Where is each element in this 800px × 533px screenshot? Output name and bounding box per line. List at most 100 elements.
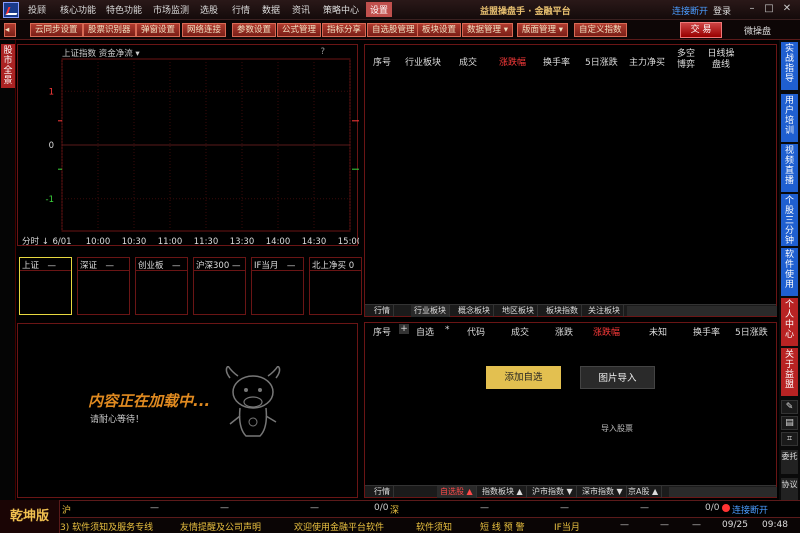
toolbar-button[interactable]: 板块设置 xyxy=(417,23,462,37)
x-tick-label: 10:00 xyxy=(86,237,111,247)
add-watchlist-button[interactable]: 添加自选 xyxy=(486,366,561,389)
tab-concept[interactable]: 概念板块 xyxy=(455,305,494,317)
right-tab[interactable]: 个人中心 xyxy=(781,298,798,346)
right-tab[interactable]: 关于益盟 xyxy=(781,348,798,396)
column-header[interactable]: 换手率 xyxy=(543,55,570,68)
loading-subtitle: 请耐心等待！ xyxy=(90,415,145,425)
pen-icon[interactable]: ✎ xyxy=(781,400,798,414)
column-header[interactable]: 代码 xyxy=(467,325,485,338)
crop-icon[interactable]: ⌗ xyxy=(781,432,798,446)
ticker-item[interactable]: 3) 软件须知及服务专线 xyxy=(60,520,153,533)
right-tab[interactable]: 个股三分钟 xyxy=(781,194,798,246)
minimize-icon[interactable]: – xyxy=(746,3,758,15)
connection-status-bottom[interactable]: 连接断开 xyxy=(732,503,768,516)
column-header[interactable]: 日线操盘线 xyxy=(707,49,735,71)
tab-region[interactable]: 地区板块 xyxy=(499,305,538,317)
menu-item[interactable]: 市场监测 xyxy=(153,3,189,16)
sector-tab-bar: 行情 行业板块 概念板块 地区板块 板块指数 关注板块 xyxy=(365,304,777,317)
toolbar-button[interactable]: 自定义指数 xyxy=(574,23,627,37)
index-tile[interactable]: 创业板 — xyxy=(135,257,188,315)
star-icon[interactable]: * xyxy=(445,325,450,335)
x-tick-label: 11:00 xyxy=(158,237,183,247)
tab-sector-index[interactable]: 板块指数 xyxy=(543,305,582,317)
menu-item[interactable]: 选股 xyxy=(200,3,218,16)
column-header[interactable]: 序号 xyxy=(373,55,391,68)
tab-sh-index[interactable]: 沪市指数 ▼ xyxy=(529,486,577,498)
right-tab[interactable]: 协议 xyxy=(781,478,798,500)
column-header[interactable]: 多空博弈 xyxy=(676,49,696,71)
column-header[interactable]: 序号 xyxy=(373,325,391,338)
menu-item[interactable]: 数据 xyxy=(262,3,280,16)
column-header[interactable]: 成交 xyxy=(511,325,529,338)
toolbar-button[interactable]: 网络连接 xyxy=(182,23,227,37)
column-header-sorted[interactable]: 涨跌幅 xyxy=(499,55,526,68)
toolbar-button[interactable]: 股票识别器 xyxy=(83,23,136,37)
toolbar-arrow-icon[interactable]: ◂ xyxy=(4,23,16,37)
tab-index-sector[interactable]: 指数板块 ▲ xyxy=(479,486,527,498)
toolbar-button[interactable]: 云同步设置 xyxy=(30,23,83,37)
micro-trade-link[interactable]: 微操盘 xyxy=(744,24,771,37)
tab-sz-index[interactable]: 深市指数 ▼ xyxy=(579,486,627,498)
right-tab[interactable]: 委托 xyxy=(781,450,798,474)
tab-quote[interactable]: 行情 xyxy=(371,305,394,317)
right-tab[interactable]: 用户培训 xyxy=(781,94,798,142)
add-column-icon[interactable]: + xyxy=(399,324,409,334)
menu-item[interactable]: 投顾 xyxy=(28,3,46,16)
left-sidebar: 股市全景 xyxy=(0,40,16,500)
toolbar-button[interactable]: 参数设置 xyxy=(232,23,277,37)
horizontal-scrollbar[interactable] xyxy=(627,306,777,316)
menu-item-settings[interactable]: 设置 xyxy=(366,2,393,17)
index-tile[interactable]: 深证 — xyxy=(77,257,130,315)
right-tab[interactable]: 视频直播 xyxy=(781,144,798,192)
left-tab-overview[interactable]: 股市全景 xyxy=(1,44,15,88)
toolbar-button[interactable]: 版面管理 ▾ xyxy=(517,23,568,37)
column-header[interactable]: 主力净买 xyxy=(629,55,665,68)
doc-icon[interactable]: ▤ xyxy=(781,416,798,430)
toolbar-button[interactable]: 弹窗设置 xyxy=(136,23,181,37)
toolbar-button[interactable]: 公式管理 xyxy=(277,23,322,37)
column-header[interactable]: 自选 xyxy=(416,325,434,338)
menu-item[interactable]: 策略中心 xyxy=(323,3,359,16)
toolbar-button[interactable]: 指标分享 xyxy=(322,23,367,37)
if-amount: — xyxy=(692,520,701,530)
x-tick-label: 14:00 xyxy=(266,237,291,247)
toolbar-button[interactable]: 自选股管理 xyxy=(367,23,420,37)
ticker-item[interactable]: 短 线 预 警 xyxy=(480,520,525,533)
index-tile[interactable]: 沪深300 — xyxy=(193,257,246,315)
import-stocks-link[interactable]: 导入股票 xyxy=(601,423,633,434)
connection-status[interactable]: 连接断开 xyxy=(672,4,708,17)
tab-industry[interactable]: 行业板块 xyxy=(411,305,450,317)
tab-quote[interactable]: 行情 xyxy=(371,486,394,498)
column-header-sorted[interactable]: 涨跌幅 xyxy=(593,325,620,338)
maximize-icon[interactable]: □ xyxy=(763,3,775,15)
horizontal-scrollbar[interactable] xyxy=(669,487,777,497)
trade-button[interactable]: 交 易 xyxy=(680,22,722,38)
close-icon[interactable]: ✕ xyxy=(781,3,793,15)
index-tile[interactable]: 上证 — xyxy=(19,257,72,315)
menu-item[interactable]: 核心功能 xyxy=(60,3,96,16)
index-tile[interactable]: IF当月 — xyxy=(251,257,304,315)
index-tile[interactable]: 北上净买 0 xyxy=(309,257,362,315)
menu-item[interactable]: 资讯 xyxy=(292,3,310,16)
ticker-item[interactable]: 软件须知 xyxy=(416,520,452,533)
ticker-item[interactable]: 欢迎使用金融平台软件 xyxy=(294,520,384,533)
tab-watched-sectors[interactable]: 关注板块 xyxy=(585,305,624,317)
menu-item[interactable]: 行情 xyxy=(232,3,250,16)
column-header[interactable]: 成交 xyxy=(459,55,477,68)
column-header[interactable]: 涨跌 xyxy=(555,325,573,338)
tab-watchlist[interactable]: 自选股 ▲ xyxy=(437,486,477,498)
login-link[interactable]: 登录 xyxy=(713,4,731,17)
column-header[interactable]: 5日涨跌 xyxy=(735,325,768,338)
ticker-item[interactable]: IF当月 xyxy=(554,520,580,533)
tab-bj-stocks[interactable]: 京A股 ▲ xyxy=(625,486,663,498)
ticker-item[interactable]: 友情提醒及公司声明 xyxy=(180,520,261,533)
column-header[interactable]: 5日涨跌 xyxy=(585,55,618,68)
column-header[interactable]: 行业板块 xyxy=(405,55,441,68)
column-header[interactable]: 换手率 xyxy=(693,325,720,338)
menu-item[interactable]: 特色功能 xyxy=(106,3,142,16)
right-tab[interactable]: 实战指导 xyxy=(781,42,798,90)
right-tab[interactable]: 软件使用 xyxy=(781,248,798,296)
image-import-button[interactable]: 图片导入 xyxy=(580,366,655,389)
toolbar-button[interactable]: 数据管理 ▾ xyxy=(462,23,513,37)
column-header[interactable]: 未知 xyxy=(649,325,667,338)
